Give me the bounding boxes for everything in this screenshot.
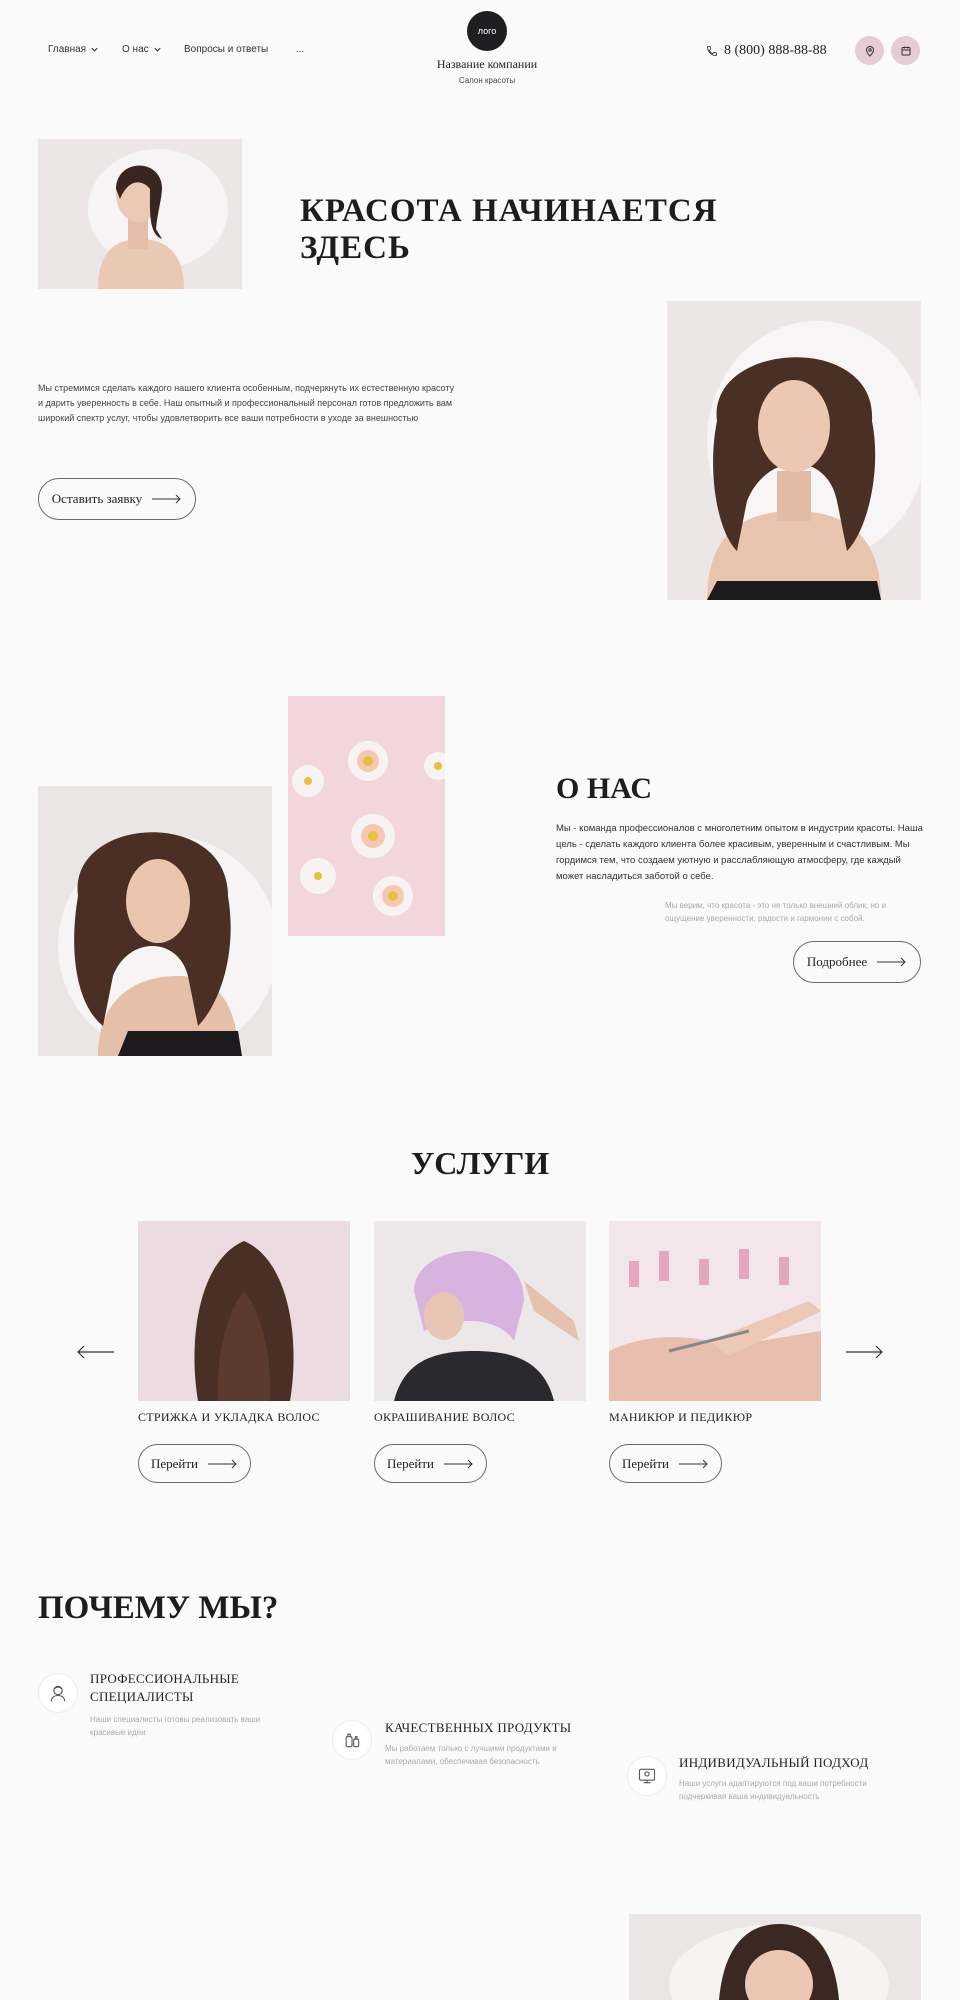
feature-icon-wrap xyxy=(332,1720,372,1760)
button-label: Перейти xyxy=(386,1455,435,1471)
feature-description: Наши специалисты готовы реализовать ваши… xyxy=(90,1715,261,1737)
about-quote: Мы верим, что красота - это не только вн… xyxy=(665,901,887,923)
arrow-right-icon xyxy=(679,1459,708,1468)
about-photo xyxy=(38,786,272,1056)
hero-photo-large xyxy=(667,301,921,600)
why-us-photo xyxy=(629,1914,921,2000)
button-label: Перейти xyxy=(150,1455,199,1471)
service-name: ОКРАШИВАНИЕ ВОЛОС xyxy=(374,1410,515,1424)
phone-icon xyxy=(707,46,717,56)
map-pin-icon xyxy=(865,45,874,57)
service-photo-coloring[interactable] xyxy=(374,1221,586,1401)
more-button[interactable]: Подробнее xyxy=(793,941,921,983)
service-go-button[interactable]: Перейти xyxy=(374,1444,487,1483)
nav-item-faq[interactable]: Вопросы и ответы xyxy=(184,44,268,55)
logo[interactable]: лого xyxy=(467,11,507,51)
button-label: Перейти xyxy=(621,1455,670,1471)
arrow-right-icon xyxy=(208,1459,237,1468)
carousel-prev-arrow-icon[interactable] xyxy=(76,1345,114,1359)
specialist-icon xyxy=(50,1685,66,1702)
logo-text: лого xyxy=(477,26,497,36)
feature-icon-wrap xyxy=(627,1756,667,1796)
hero-title: КРАСОТА НАЧИНАЕТСЯ ЗДЕСЬ xyxy=(300,193,718,266)
nav-label: О нас xyxy=(122,44,149,55)
about-title: О НАС xyxy=(556,772,653,805)
flowers-photo xyxy=(288,696,445,936)
nav-item-more[interactable]: ... xyxy=(296,44,304,55)
feature-title: КАЧЕСТВЕННЫХ ПРОДУКТЫ xyxy=(385,1720,572,1735)
services-title: УСЛУГИ xyxy=(410,1145,550,1181)
individual-approach-icon xyxy=(638,1768,656,1784)
nav-label: Вопросы и ответы xyxy=(184,44,269,55)
hero-photo-small xyxy=(38,139,242,289)
chevron-down-icon xyxy=(154,47,161,52)
about-description: Мы - команда профессионалов с многолетни… xyxy=(556,823,923,882)
products-icon xyxy=(345,1733,360,1748)
button-label: Подробнее xyxy=(806,954,868,969)
feature-title: ПРОФЕССИОНАЛЬНЫЕ СПЕЦИАЛИСТЫ xyxy=(90,1671,240,1704)
feature-description: Наши услуги адаптируются под ваши потреб… xyxy=(679,1779,867,1801)
service-go-button[interactable]: Перейти xyxy=(138,1444,251,1483)
calendar-icon xyxy=(901,46,910,55)
arrow-right-icon xyxy=(152,494,181,504)
calendar-button[interactable] xyxy=(891,36,920,65)
arrow-right-icon xyxy=(444,1459,473,1468)
button-label: Оставить заявку xyxy=(51,491,143,506)
nav-label: ... xyxy=(296,44,305,55)
nav-label: Главная xyxy=(48,44,87,55)
service-photo-manicure[interactable] xyxy=(609,1221,821,1401)
submit-request-button[interactable]: Оставить заявку xyxy=(38,478,196,520)
why-us-title: ПОЧЕМУ МЫ? xyxy=(38,1590,279,1626)
tagline: Салон красоты xyxy=(458,76,516,85)
location-button[interactable] xyxy=(855,36,884,65)
service-name: СТРИЖКА И УКЛАДКА ВОЛОС xyxy=(138,1410,320,1424)
carousel-next-arrow-icon[interactable] xyxy=(846,1345,884,1359)
feature-description: Мы работаем только с лучшими продуктами … xyxy=(385,1744,557,1766)
phone-link[interactable]: 8 (800) 888-88-88 xyxy=(706,43,827,59)
feature-title: ИНДИВИДУАЛЬНЫЙ ПОДХОД xyxy=(679,1755,869,1770)
nav-item-about[interactable]: О нас xyxy=(122,44,162,55)
arrow-right-icon xyxy=(877,957,906,967)
service-go-button[interactable]: Перейти xyxy=(609,1444,722,1483)
hero-description: Мы стремимся сделать каждого нашего клие… xyxy=(38,383,455,423)
phone-number: 8 (800) 888-88-88 xyxy=(724,43,827,58)
company-name: Название компании xyxy=(436,57,538,71)
feature-icon-wrap xyxy=(38,1673,78,1713)
service-photo-haircut[interactable] xyxy=(138,1221,350,1401)
nav-item-home[interactable]: Главная xyxy=(48,44,99,55)
service-name: МАНИКЮР И ПЕДИКЮР xyxy=(609,1410,753,1424)
chevron-down-icon xyxy=(91,47,98,52)
